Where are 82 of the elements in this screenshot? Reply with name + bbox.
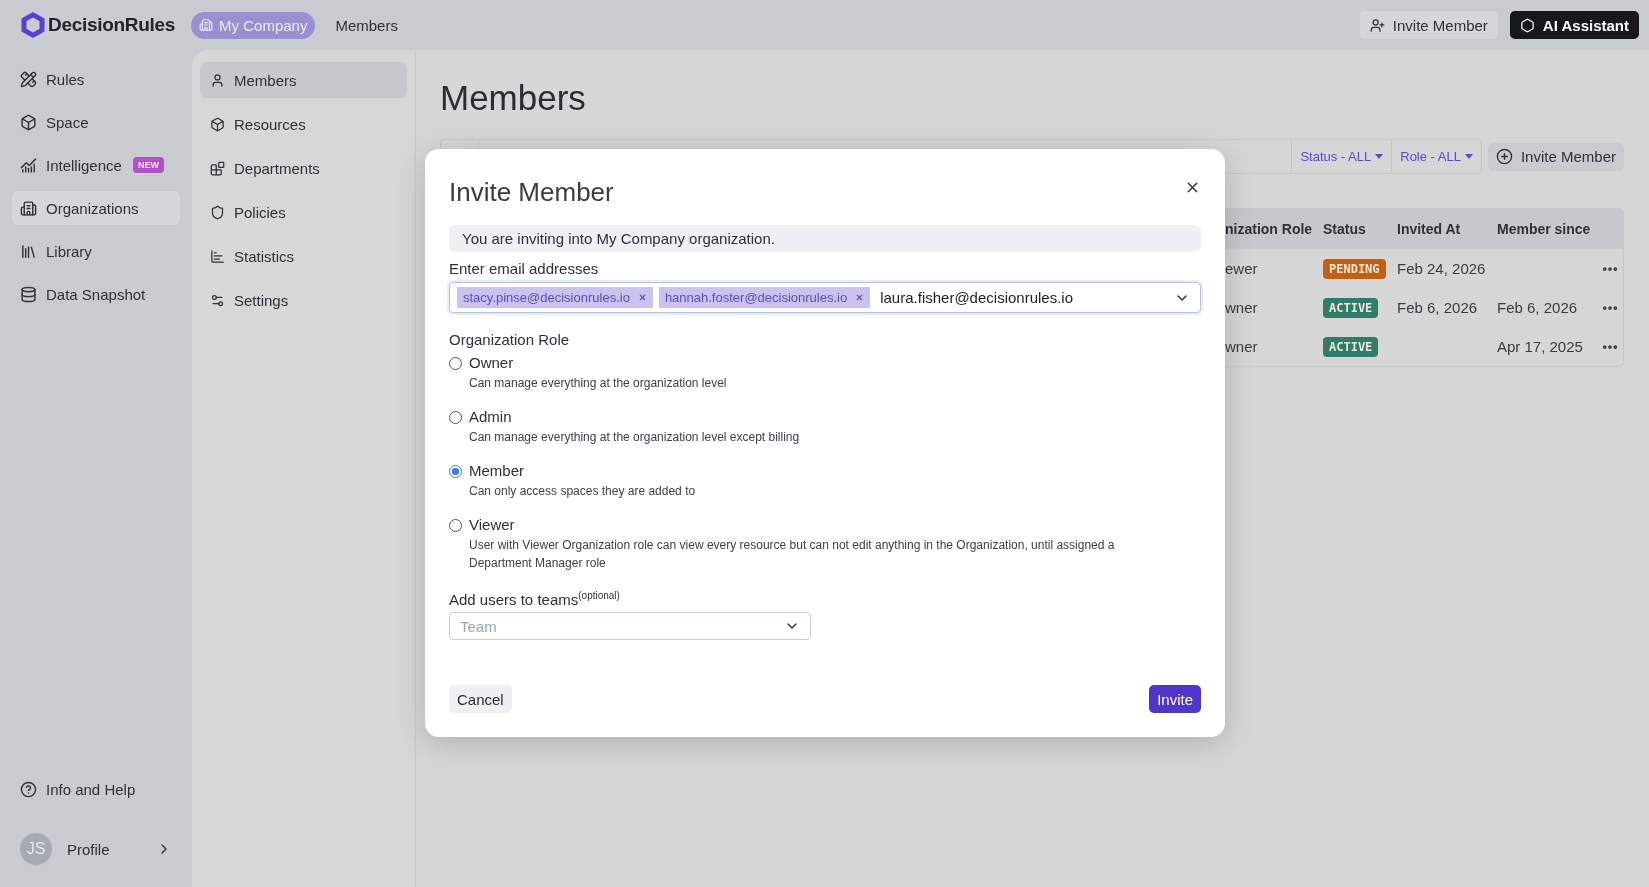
hexagon-icon <box>1519 17 1535 33</box>
remove-icon[interactable] <box>637 293 647 302</box>
table-cell: wner <box>1225 338 1258 355</box>
role-description: Can manage everything at the organization level except billing <box>469 429 801 446</box>
role-description: User with Viewer Organization role can view every resource but can not edit anything in the Organization, until assigned a Department Manager role <box>469 537 1116 572</box>
table-cell: Apr 17, 2025 <box>1497 338 1583 355</box>
subnav-item[interactable]: Settings <box>200 282 407 318</box>
sidebar-item[interactable]: Rules <box>12 62 180 96</box>
new-badge: NEW <box>133 157 164 173</box>
bar-chart-icon <box>210 248 225 264</box>
info-notice: You are inviting into My Company organization. <box>449 225 1201 252</box>
profile-item[interactable]: JS Profile <box>12 829 180 869</box>
field-label: Organization Role <box>449 331 571 348</box>
role-name: Viewer <box>469 516 516 533</box>
sidebar-item[interactable]: Space <box>12 105 180 139</box>
caret-icon <box>1464 154 1473 159</box>
invite-button[interactable]: Invite Member <box>1359 11 1498 39</box>
column-header: nization Role <box>1225 209 1323 249</box>
subnav-item[interactable]: Members <box>200 62 407 98</box>
filter-dropdown[interactable]: Role - ALL <box>1391 140 1481 173</box>
table-cell: wner <box>1225 299 1258 316</box>
column-header: Member since <box>1497 209 1597 249</box>
sidebar-item[interactable]: Library <box>12 234 180 268</box>
shield-icon <box>210 204 225 220</box>
email-chip: hannah.foster@decisionrules.io <box>658 287 871 308</box>
sliders-icon <box>210 292 225 308</box>
role-name: Member <box>469 462 525 479</box>
table-cell: Feb 24, 2026 <box>1397 260 1486 277</box>
table-cell: Feb 6, 2026 <box>1397 299 1478 316</box>
avatar: JS <box>20 833 52 865</box>
cube-icon <box>20 113 37 131</box>
role-radio[interactable] <box>449 357 462 370</box>
sidebar-item[interactable]: Data Snapshot <box>12 277 180 311</box>
books-icon <box>20 242 37 260</box>
person-icon <box>210 72 225 88</box>
status-badge: ACTIVE <box>1323 297 1379 318</box>
breadcrumb[interactable]: Members <box>327 11 406 39</box>
remove-icon[interactable] <box>855 293 865 302</box>
plus-circle-icon <box>1495 148 1513 165</box>
subnav-item[interactable]: Policies <box>200 194 407 230</box>
field-label: Enter email addresses <box>449 260 600 277</box>
field-label: Add users to teams$^{(optional)}$ <box>449 590 621 608</box>
role-description: Can only access spaces they are added to <box>469 483 697 500</box>
role-description: Can manage everything at the organization level <box>469 375 728 392</box>
role-name: Owner <box>469 354 515 371</box>
email-chip: stacy.pinse@decisionrules.io <box>457 287 653 308</box>
building-icon <box>199 18 214 32</box>
logo-icon <box>20 11 46 39</box>
sidebar-item[interactable]: Intelligence NEW <box>12 148 180 182</box>
dialog-title: Invite Member <box>449 177 614 208</box>
column-header: Invited At <box>1397 209 1497 249</box>
ruler-pencil-icon <box>20 70 37 88</box>
invite-member-button[interactable]: Invite Member <box>1487 142 1624 171</box>
database-icon <box>20 285 37 303</box>
caret-icon <box>1375 154 1384 159</box>
subnav-item[interactable]: Departments <box>200 150 407 186</box>
email-field[interactable]: stacy.pinse@decisionrules.io hannah.foster@decisionrules.io laura.fisher@decisionrules.io <box>449 282 1201 313</box>
subnav-item[interactable]: Resources <box>200 106 407 142</box>
page-title: Members <box>440 78 587 119</box>
building-icon <box>20 199 37 217</box>
role-radio[interactable] <box>449 465 462 478</box>
cube-icon <box>210 116 225 132</box>
help-link[interactable]: Info and Help <box>12 772 180 806</box>
chart-icon <box>20 156 37 174</box>
invite-submit-button[interactable]: Invite <box>1149 685 1201 713</box>
table-cell: Feb 6, 2026 <box>1497 299 1578 316</box>
help-icon <box>20 780 37 798</box>
logo-text: DecisionRules <box>48 14 176 36</box>
column-header: Status <box>1323 209 1397 249</box>
status-badge: PENDING <box>1323 258 1386 279</box>
sidebar-item[interactable]: Organizations <box>12 191 180 225</box>
cancel-button[interactable]: Cancel <box>449 685 512 713</box>
filter-dropdown[interactable]: Status - ALL <box>1292 140 1392 173</box>
status-badge: ACTIVE <box>1323 336 1379 357</box>
assistant-button[interactable]: AI Assistant <box>1509 11 1639 39</box>
blocks-icon <box>210 160 225 176</box>
person-plus-icon <box>1369 17 1385 33</box>
role-radio[interactable] <box>449 411 462 424</box>
role-name: Admin <box>469 408 513 425</box>
table-cell: ewer <box>1225 260 1258 277</box>
subnav-item[interactable]: Statistics <box>200 238 407 274</box>
role-radio[interactable] <box>449 519 462 532</box>
